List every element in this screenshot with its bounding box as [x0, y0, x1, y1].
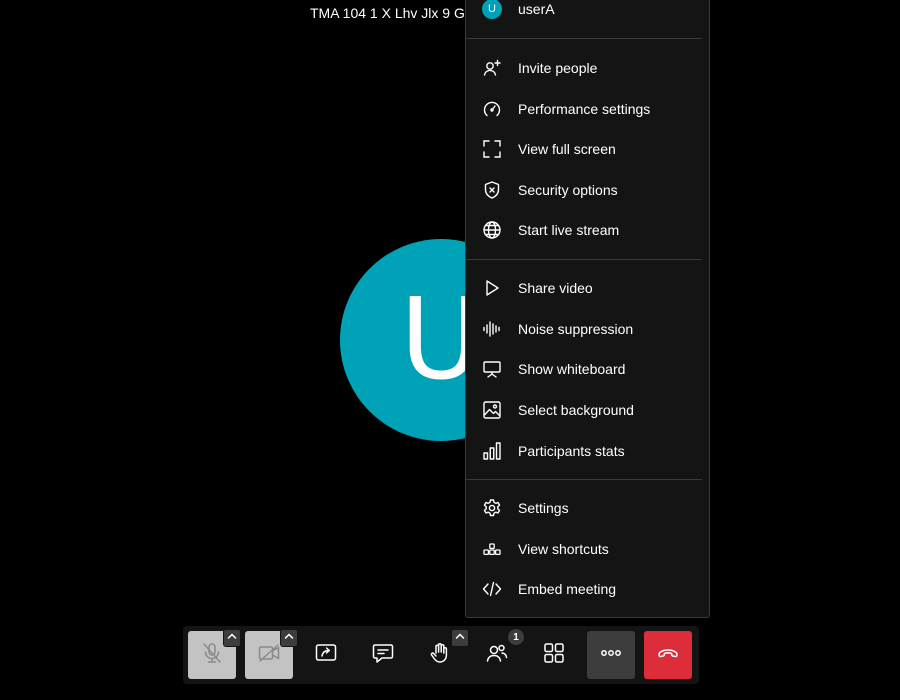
fullscreen-icon — [482, 139, 502, 159]
menu-divider — [466, 38, 702, 39]
phone-hangup-icon — [656, 641, 680, 670]
user-avatar: U — [482, 0, 502, 19]
more-actions-button[interactable] — [587, 631, 635, 679]
menu-item-view-full-screen[interactable]: View full screen — [466, 131, 702, 167]
gauge-icon — [482, 99, 502, 119]
hand-icon — [428, 641, 452, 670]
menu-item-label: View shortcuts — [518, 541, 609, 557]
chat-button[interactable] — [359, 631, 407, 679]
camera-off-icon — [257, 641, 281, 670]
menu-item-select-background[interactable]: Select background — [466, 392, 702, 428]
play-icon — [482, 278, 502, 298]
menu-item-security-options[interactable]: Security options — [466, 172, 702, 208]
menu-item-participants-stats[interactable]: Participants stats — [466, 433, 702, 469]
more-actions-menu: U userA Invite people Performance settin… — [465, 0, 710, 618]
gear-icon — [482, 498, 502, 518]
menu-item-share-video[interactable]: Share video — [466, 270, 702, 306]
reactions-options-caret[interactable] — [451, 629, 469, 647]
meeting-title: TMA 104 1 X Lhv Jlx 9 G — [310, 5, 465, 21]
globe-icon — [482, 220, 502, 240]
grid-icon — [542, 641, 566, 670]
invite-people-icon — [482, 58, 502, 78]
menu-item-label: Show whiteboard — [518, 361, 626, 377]
chevron-up-icon — [454, 629, 466, 647]
menu-item-label: Performance settings — [518, 101, 651, 117]
audio-wave-icon — [482, 319, 502, 339]
menu-item-noise-suppression[interactable]: Noise suppression — [466, 311, 702, 347]
menu-item-label: Start live stream — [518, 222, 620, 238]
hang-up-button[interactable] — [644, 631, 692, 679]
menu-item-embed-meeting[interactable]: Embed meeting — [466, 571, 702, 607]
menu-item-label: Select background — [518, 402, 634, 418]
menu-item-view-shortcuts[interactable]: View shortcuts — [466, 531, 702, 567]
chevron-up-icon — [283, 629, 295, 647]
menu-item-show-whiteboard[interactable]: Show whiteboard — [466, 351, 702, 387]
meeting-stage: TMA 104 1 X Lhv Jlx 9 G U U userA Invite… — [0, 0, 900, 700]
menu-item-start-live-stream[interactable]: Start live stream — [466, 212, 702, 248]
bar-chart-icon — [482, 441, 502, 461]
user-name: userA — [518, 1, 555, 17]
participants-count-badge: 1 — [508, 629, 524, 645]
share-screen-icon — [314, 641, 338, 670]
menu-item-label: Security options — [518, 182, 618, 198]
share-screen-button[interactable] — [302, 631, 350, 679]
shortcuts-icon — [482, 539, 502, 559]
menu-item-label: Noise suppression — [518, 321, 634, 337]
menu-item-invite-people[interactable]: Invite people — [466, 50, 702, 86]
tile-view-button[interactable] — [530, 631, 578, 679]
whiteboard-icon — [482, 359, 502, 379]
chat-icon — [371, 641, 395, 670]
more-icon — [599, 641, 623, 670]
menu-user-profile[interactable]: U userA — [482, 0, 555, 19]
image-icon — [482, 400, 502, 420]
code-icon — [482, 579, 502, 599]
menu-divider — [466, 259, 702, 260]
shield-icon — [482, 180, 502, 200]
camera-options-caret[interactable] — [280, 629, 298, 647]
menu-item-label: Embed meeting — [518, 581, 617, 597]
menu-item-label: Settings — [518, 500, 569, 516]
menu-item-label: View full screen — [518, 141, 616, 157]
menu-item-performance-settings[interactable]: Performance settings — [466, 91, 702, 127]
menu-scrollbar[interactable] — [702, 577, 708, 617]
menu-item-label: Share video — [518, 280, 593, 296]
meeting-toolbar: 1 — [183, 626, 699, 684]
participants-icon — [485, 641, 509, 670]
menu-item-label: Invite people — [518, 60, 598, 76]
menu-item-settings[interactable]: Settings — [466, 490, 702, 526]
mic-off-icon — [200, 641, 224, 670]
menu-divider — [466, 479, 702, 480]
menu-item-label: Participants stats — [518, 443, 625, 459]
microphone-options-caret[interactable] — [223, 629, 241, 647]
chevron-up-icon — [226, 629, 238, 647]
